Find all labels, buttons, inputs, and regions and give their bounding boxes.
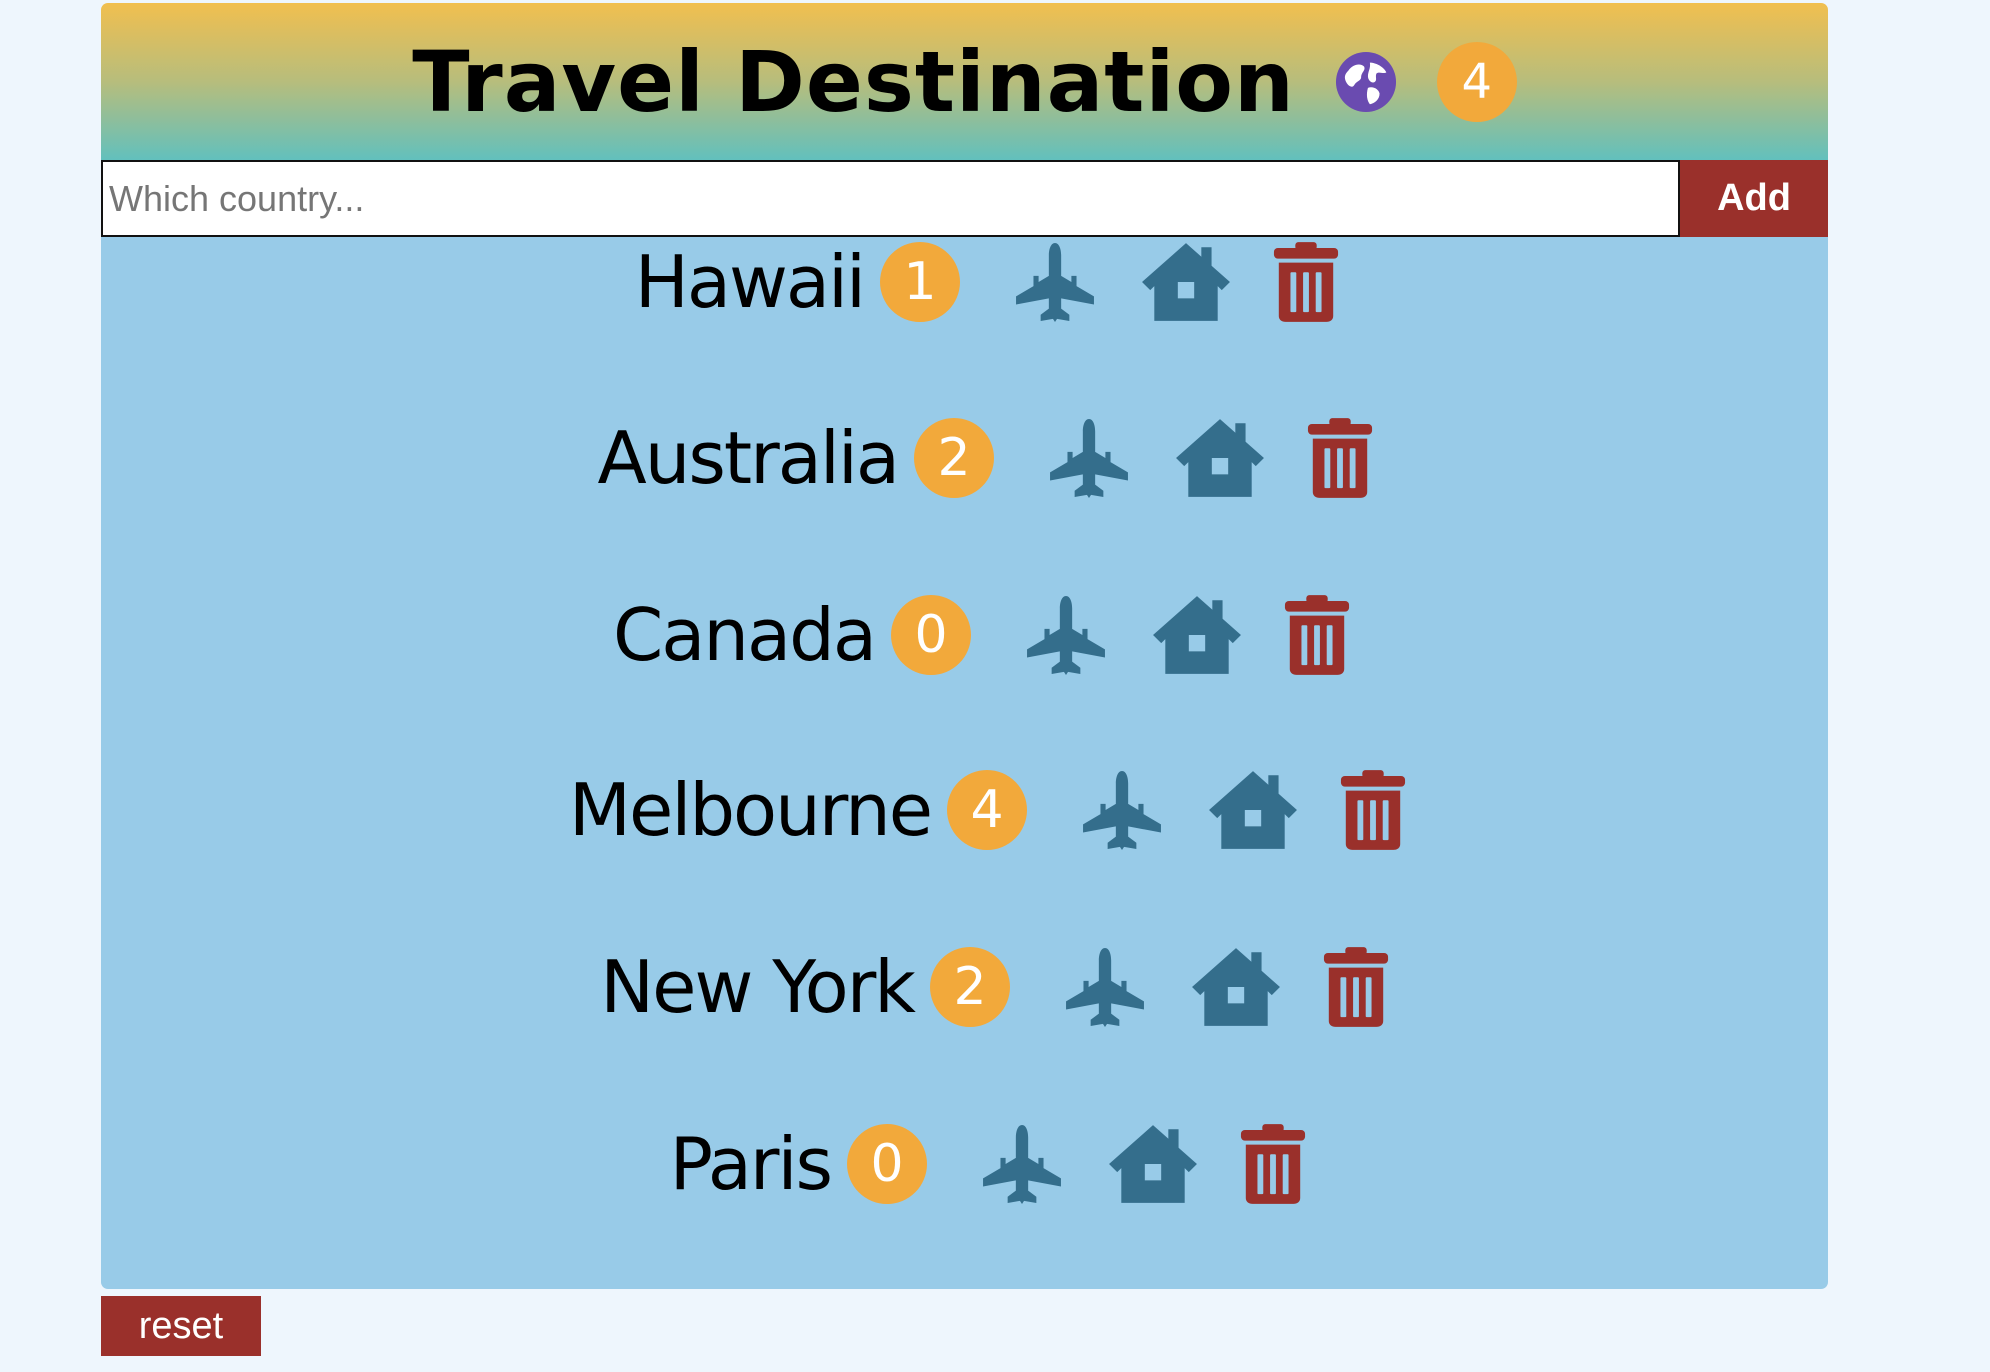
trash-icon [1339, 769, 1407, 851]
visit-count-badge: 1 [880, 242, 960, 322]
reset-button[interactable]: reset [101, 1296, 261, 1356]
country-input[interactable] [101, 160, 1680, 237]
add-destination-form: Add [101, 160, 1828, 237]
plane-button[interactable] [1014, 241, 1096, 323]
visit-count-badge: 0 [891, 595, 971, 675]
destination-row: Canada 0 [101, 590, 1828, 680]
plane-icon [981, 1123, 1063, 1205]
trash-icon [1239, 1123, 1307, 1205]
destination-name: Paris [669, 1122, 833, 1206]
home-button[interactable] [1174, 417, 1266, 499]
plane-button[interactable] [1064, 946, 1146, 1028]
home-button[interactable] [1107, 1123, 1199, 1205]
plane-icon [1081, 769, 1163, 851]
delete-button[interactable] [1339, 769, 1407, 851]
total-count-badge: 4 [1436, 41, 1517, 122]
delete-button[interactable] [1239, 1123, 1307, 1205]
trash-icon [1283, 594, 1351, 676]
add-button[interactable]: Add [1680, 160, 1828, 237]
globe-icon [1335, 51, 1397, 113]
destination-row: Paris 0 [101, 1119, 1828, 1209]
destination-row: Hawaii 1 [101, 237, 1828, 327]
visit-count-badge: 2 [914, 418, 994, 498]
home-button[interactable] [1207, 769, 1299, 851]
destination-name: Australia [597, 416, 900, 500]
app-header: Travel Destination 4 [101, 3, 1828, 160]
plane-icon [1064, 946, 1146, 1028]
delete-button[interactable] [1322, 946, 1390, 1028]
destination-row: New York 2 [101, 942, 1828, 1032]
home-button[interactable] [1190, 946, 1282, 1028]
plane-button[interactable] [1025, 594, 1107, 676]
trash-icon [1272, 241, 1340, 323]
trash-icon [1322, 946, 1390, 1028]
home-button[interactable] [1151, 594, 1243, 676]
page-title: Travel Destination [412, 32, 1295, 131]
home-icon [1190, 946, 1282, 1028]
visit-count-badge: 4 [947, 770, 1027, 850]
home-icon [1151, 594, 1243, 676]
home-icon [1140, 241, 1232, 323]
plane-icon [1048, 417, 1130, 499]
destination-name: Canada [613, 593, 877, 677]
travel-app: Travel Destination 4 Add Hawaii1 Australi… [101, 3, 1828, 1289]
destination-name: New York [600, 945, 916, 1029]
delete-button[interactable] [1306, 417, 1374, 499]
visit-count-badge: 0 [847, 1124, 927, 1204]
plane-icon [1025, 594, 1107, 676]
home-icon [1174, 417, 1266, 499]
plane-button[interactable] [1081, 769, 1163, 851]
home-icon [1107, 1123, 1199, 1205]
visit-count-badge: 2 [930, 947, 1010, 1027]
delete-button[interactable] [1283, 594, 1351, 676]
plane-button[interactable] [1048, 417, 1130, 499]
destination-name: Hawaii [634, 240, 866, 324]
plane-button[interactable] [981, 1123, 1063, 1205]
delete-button[interactable] [1272, 241, 1340, 323]
destination-list: Hawaii 1 Australia 2 Canada 0 Melbourne 4 New Yo… [101, 237, 1828, 1289]
destination-row: Australia 2 [101, 413, 1828, 503]
trash-icon [1306, 417, 1374, 499]
home-button[interactable] [1140, 241, 1232, 323]
destination-row: Melbourne 4 [101, 765, 1828, 855]
plane-icon [1014, 241, 1096, 323]
destination-name: Melbourne [568, 768, 933, 852]
home-icon [1207, 769, 1299, 851]
